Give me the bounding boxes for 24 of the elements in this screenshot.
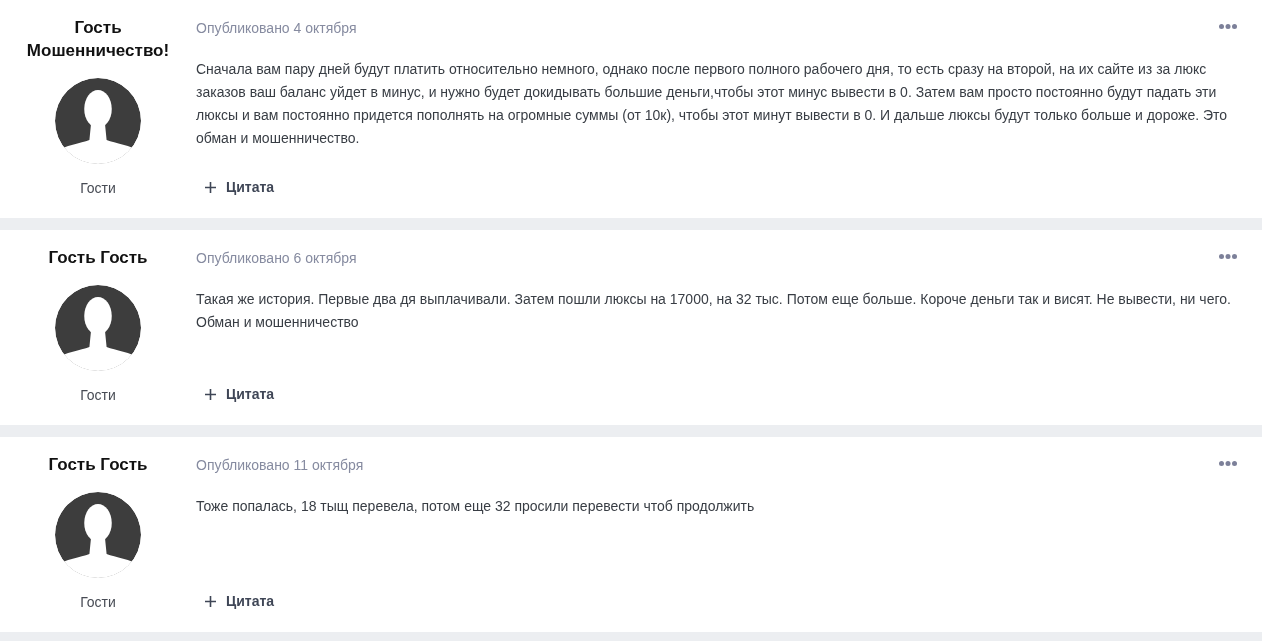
- author-name[interactable]: Гость Мошенничество!: [8, 16, 188, 62]
- user-group-label: Гости: [80, 386, 116, 405]
- user-avatar-icon: [55, 492, 141, 578]
- ellipsis-icon[interactable]: [1219, 461, 1237, 466]
- post-date: Опубликовано 4 октября: [196, 19, 357, 38]
- author-name[interactable]: Гость Гость: [8, 453, 188, 476]
- user-avatar-icon: [55, 78, 141, 164]
- post-text: Сначала вам пару дней будут платить относительно немного, однако после первого полного рабочего дня, то есть сразу на второй, на их сайте из за люкс заказов ваш баланс уйдет в минус, и нужно будет докидывать большие деньги,чтобы этот минус вывести в 0. Затем вам просто постоянно будут падать эти люксы и вам постоянно придется пополнять на огромные суммы (от 10к), чтобы этот минут вывести в 0. И дальше люксы будут только больше и дороже. Это обман и мошенничество.: [196, 60, 1229, 148]
- post-date: Опубликовано 11 октября: [196, 456, 364, 475]
- post-text: Тоже попалась, 18 тыщ перевела, потом еще 32 просили перевести чтоб продолжить: [196, 497, 756, 516]
- quote-button[interactable]: Цитата: [205, 590, 275, 612]
- plus-icon: [205, 181, 216, 193]
- quote-button[interactable]: Цитата: [205, 176, 275, 198]
- post-date: Опубликовано 6 октября: [196, 249, 357, 268]
- ellipsis-icon[interactable]: [1219, 24, 1237, 29]
- ellipsis-icon[interactable]: [1219, 254, 1237, 259]
- post-text: Такая же история. Первые два дя выплачивали. Затем пошли люксы на 17000, на 32 тыс. Потом еще больше. Короче деньги так и висят. Не вывести, ни чего. Обман и мошенничество: [196, 290, 1232, 332]
- user-group-label: Гости: [80, 179, 116, 198]
- plus-icon: [205, 388, 216, 400]
- user-group-label: Гости: [80, 593, 116, 612]
- quote-button[interactable]: Цитата: [205, 383, 275, 405]
- plus-icon: [205, 595, 216, 607]
- author-name[interactable]: Гость Гость: [8, 246, 188, 269]
- user-avatar-icon: [55, 285, 141, 371]
